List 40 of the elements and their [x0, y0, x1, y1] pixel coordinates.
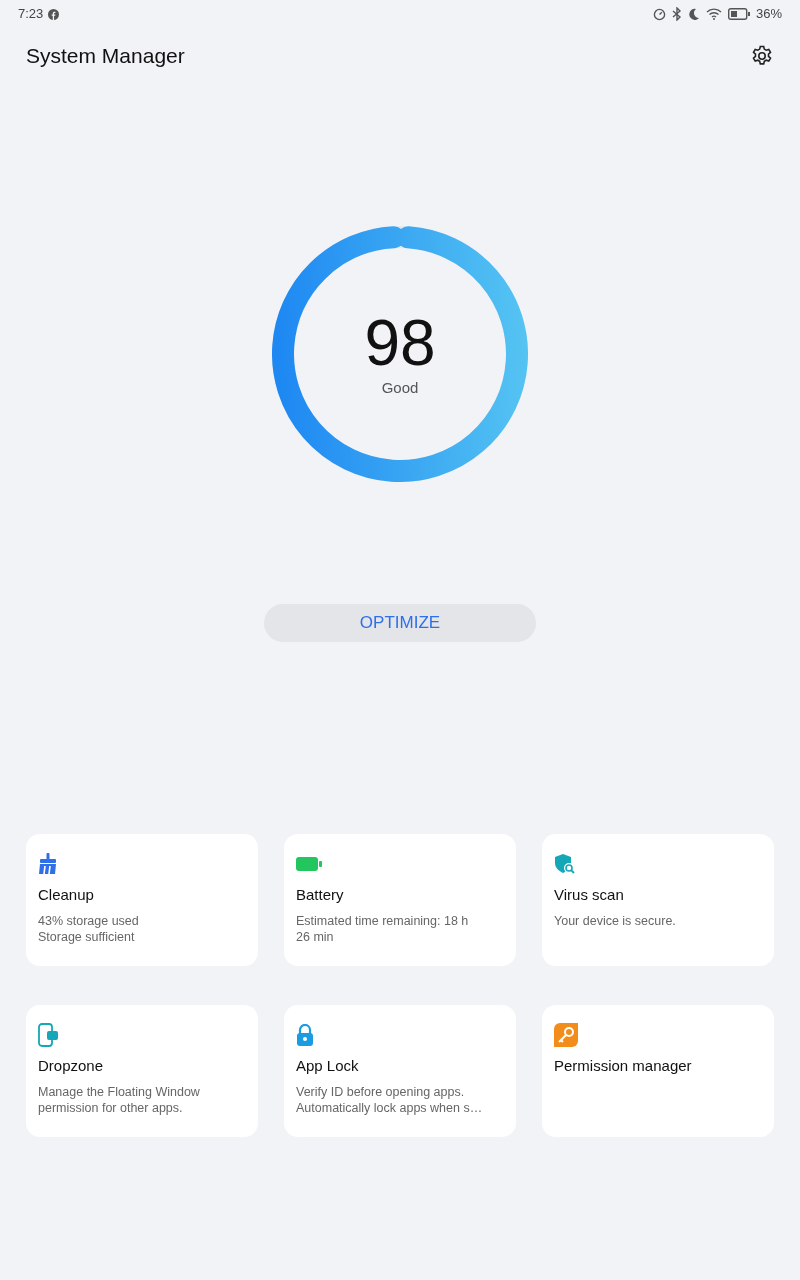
clock-time: 7:23: [18, 5, 44, 24]
broom-icon: [38, 853, 58, 875]
card-description: Estimated time remaining: 18 h: [296, 912, 470, 929]
phone-window-icon: [38, 1023, 60, 1047]
card-description: Automatically lock apps when s…: [296, 1099, 484, 1116]
card-title: App Lock: [296, 1056, 360, 1076]
card-title: Cleanup: [38, 885, 95, 905]
card-title: Battery: [296, 885, 345, 905]
card-description: Your device is secure.: [554, 912, 677, 929]
battery-icon: [296, 857, 322, 871]
key-icon: [554, 1023, 578, 1047]
feature-card[interactable]: Virus scan Your device is secure.: [542, 834, 774, 966]
card-description: 43% storage used: [38, 912, 140, 929]
score-status: Good: [381, 377, 419, 398]
feature-card[interactable]: Dropzone Manage the Floating Window permission for other apps.: [26, 1005, 258, 1137]
card-title: Dropzone: [38, 1056, 105, 1076]
card-title: Virus scan: [554, 885, 625, 905]
moon-icon: [687, 8, 700, 20]
optimize-button[interactable]: OPTIMIZE: [264, 604, 536, 642]
speedometer-icon: [652, 7, 666, 21]
battery-status-icon: [727, 8, 750, 20]
card-title: Permission manager: [554, 1056, 693, 1076]
feature-card[interactable]: Battery Estimated time remaining: 18 h 26 min: [284, 834, 516, 966]
wifi-icon: [705, 8, 722, 20]
card-description: Storage sufficient: [38, 928, 136, 945]
shield-search-icon: [554, 853, 576, 875]
battery-percent: 36%: [755, 5, 782, 24]
card-description: 26 min: [296, 928, 335, 945]
score-value: 98: [364, 308, 436, 377]
card-description: Manage the Floating Window: [38, 1083, 201, 1100]
page-title: System Manager: [26, 43, 185, 70]
feature-card[interactable]: Cleanup 43% storage used Storage sufficient: [26, 834, 258, 966]
card-description: Verify ID before opening apps.: [296, 1083, 466, 1100]
card-description: permission for other apps.: [38, 1099, 184, 1116]
bluetooth-icon: [671, 7, 682, 21]
facebook-icon: [48, 8, 60, 20]
lock-icon: [296, 1024, 314, 1046]
feature-card[interactable]: App Lock Verify ID before opening apps. Automatically lock apps when s…: [284, 1005, 516, 1137]
feature-card[interactable]: Permission manager: [542, 1005, 774, 1137]
settings-icon[interactable]: [750, 44, 774, 68]
